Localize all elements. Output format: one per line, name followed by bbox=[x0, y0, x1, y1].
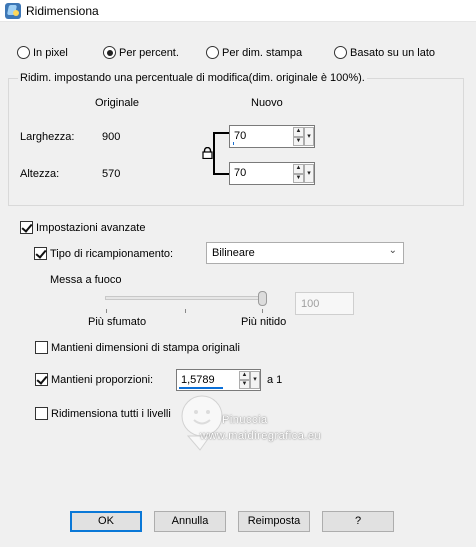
sharpen-min-label: Più sfumato bbox=[88, 316, 147, 328]
spin-up-icon[interactable]: ▲ bbox=[293, 164, 304, 174]
keep-print-size-checkbox[interactable]: Mantieni dimensioni di stampa originali bbox=[35, 341, 240, 354]
ratio-spinbox[interactable]: 1,5789 ▲ ▼ ▾ bbox=[176, 369, 261, 391]
link-bracket-top bbox=[221, 132, 229, 134]
width-updown[interactable]: ▲ ▼ bbox=[293, 127, 304, 146]
keep-ratio-label: Mantieni proporzioni: bbox=[51, 373, 154, 386]
height-new-value[interactable]: 70 bbox=[234, 167, 246, 179]
title-bar: Ridimensiona bbox=[0, 0, 476, 22]
lock-icon[interactable] bbox=[202, 147, 213, 159]
checkbox-icon[interactable] bbox=[35, 373, 48, 386]
link-bracket bbox=[213, 132, 221, 175]
sharpen-value: 100 bbox=[301, 298, 320, 310]
help-button[interactable]: ? bbox=[322, 511, 394, 532]
height-updown[interactable]: ▲ ▼ bbox=[293, 164, 304, 183]
spin-up-icon[interactable]: ▲ bbox=[239, 371, 250, 380]
app-icon bbox=[5, 3, 21, 19]
radio-label: Per percent. bbox=[119, 46, 179, 59]
advanced-settings-label: Impostazioni avanzate bbox=[36, 221, 146, 234]
resample-type-checkbox[interactable]: Tipo di ricampionamento: bbox=[34, 247, 173, 260]
radio-button-icon[interactable] bbox=[103, 46, 116, 59]
resize-all-layers-label: Ridimensiona tutti i livelli bbox=[51, 407, 171, 420]
spin-down-icon[interactable]: ▼ bbox=[293, 136, 304, 146]
watermark-url: www.maidiregrafica.eu bbox=[200, 430, 322, 442]
width-new-value[interactable]: 70 bbox=[234, 130, 246, 142]
watermark-name: Pinuccia bbox=[222, 414, 268, 426]
height-label: Altezza: bbox=[20, 168, 60, 180]
height-dropdown-icon[interactable]: ▾ bbox=[304, 164, 314, 183]
radio-button-icon[interactable] bbox=[334, 46, 347, 59]
keep-print-size-label: Mantieni dimensioni di stampa originali bbox=[51, 341, 240, 354]
sharpen-max-label: Più nitido bbox=[241, 316, 287, 328]
ratio-focus-underline bbox=[179, 387, 223, 389]
width-label: Larghezza: bbox=[20, 131, 75, 143]
resample-type-select[interactable]: Bilineare ⌄ bbox=[206, 242, 404, 264]
text-caret bbox=[233, 142, 234, 145]
width-original-value: 900 bbox=[102, 131, 121, 143]
ratio-suffix: a 1 bbox=[267, 374, 283, 386]
watermark-logo bbox=[181, 395, 223, 451]
group-title: Ridim. impostando una percentuale di mod… bbox=[18, 72, 367, 84]
ok-button[interactable]: OK bbox=[70, 511, 142, 532]
window-title: Ridimensiona bbox=[26, 4, 99, 18]
chevron-down-icon[interactable]: ⌄ bbox=[389, 245, 397, 256]
radio-button-icon[interactable] bbox=[206, 46, 219, 59]
slider-tick bbox=[185, 309, 186, 313]
original-header: Originale bbox=[95, 97, 140, 109]
radio-basato-su-lato[interactable]: Basato su un lato bbox=[334, 46, 435, 59]
new-header: Nuovo bbox=[251, 97, 283, 109]
sharpen-label: Messa a fuoco bbox=[50, 274, 122, 286]
spin-up-icon[interactable]: ▲ bbox=[293, 127, 304, 137]
resize-all-layers-checkbox[interactable]: Ridimensiona tutti i livelli bbox=[35, 407, 171, 420]
keep-ratio-checkbox[interactable]: Mantieni proporzioni: bbox=[35, 373, 153, 386]
resample-type-value: Bilineare bbox=[212, 247, 255, 259]
checkbox-icon[interactable] bbox=[35, 407, 48, 420]
radio-in-pixel[interactable]: In pixel bbox=[17, 46, 68, 59]
ratio-dropdown-icon[interactable]: ▾ bbox=[250, 371, 260, 389]
sharpen-slider-thumb[interactable] bbox=[258, 291, 267, 306]
sharpen-slider-track[interactable] bbox=[105, 296, 265, 300]
spin-down-icon[interactable]: ▼ bbox=[293, 173, 304, 183]
checkbox-icon[interactable] bbox=[34, 247, 47, 260]
ratio-updown[interactable]: ▲ ▼ bbox=[239, 371, 250, 389]
ratio-value[interactable]: 1,5789 bbox=[181, 374, 215, 386]
height-new-spinbox[interactable]: 70 ▲ ▼ ▾ bbox=[229, 162, 315, 185]
slider-tick bbox=[106, 309, 107, 313]
slider-tick bbox=[262, 309, 263, 313]
radio-button-icon[interactable] bbox=[17, 46, 30, 59]
radio-label: In pixel bbox=[33, 46, 68, 59]
link-bracket-bottom bbox=[221, 173, 229, 175]
sharpen-value-field: 100 bbox=[295, 292, 354, 315]
width-new-spinbox[interactable]: 70 ▲ ▼ ▾ bbox=[229, 125, 315, 148]
cancel-button[interactable]: Annulla bbox=[154, 511, 226, 532]
spin-down-icon[interactable]: ▼ bbox=[239, 380, 250, 389]
checkbox-icon[interactable] bbox=[20, 221, 33, 234]
radio-label: Basato su un lato bbox=[350, 46, 436, 59]
radio-per-percent[interactable]: Per percent. bbox=[103, 46, 179, 59]
resample-type-label: Tipo di ricampionamento: bbox=[50, 247, 174, 260]
radio-per-dim-stampa[interactable]: Per dim. stampa bbox=[206, 46, 302, 59]
radio-label: Per dim. stampa bbox=[222, 46, 303, 59]
checkbox-icon[interactable] bbox=[35, 341, 48, 354]
height-original-value: 570 bbox=[102, 168, 121, 180]
advanced-settings-checkbox[interactable]: Impostazioni avanzate bbox=[20, 221, 145, 234]
width-dropdown-icon[interactable]: ▾ bbox=[304, 127, 314, 146]
reset-button[interactable]: Reimposta bbox=[238, 511, 310, 532]
